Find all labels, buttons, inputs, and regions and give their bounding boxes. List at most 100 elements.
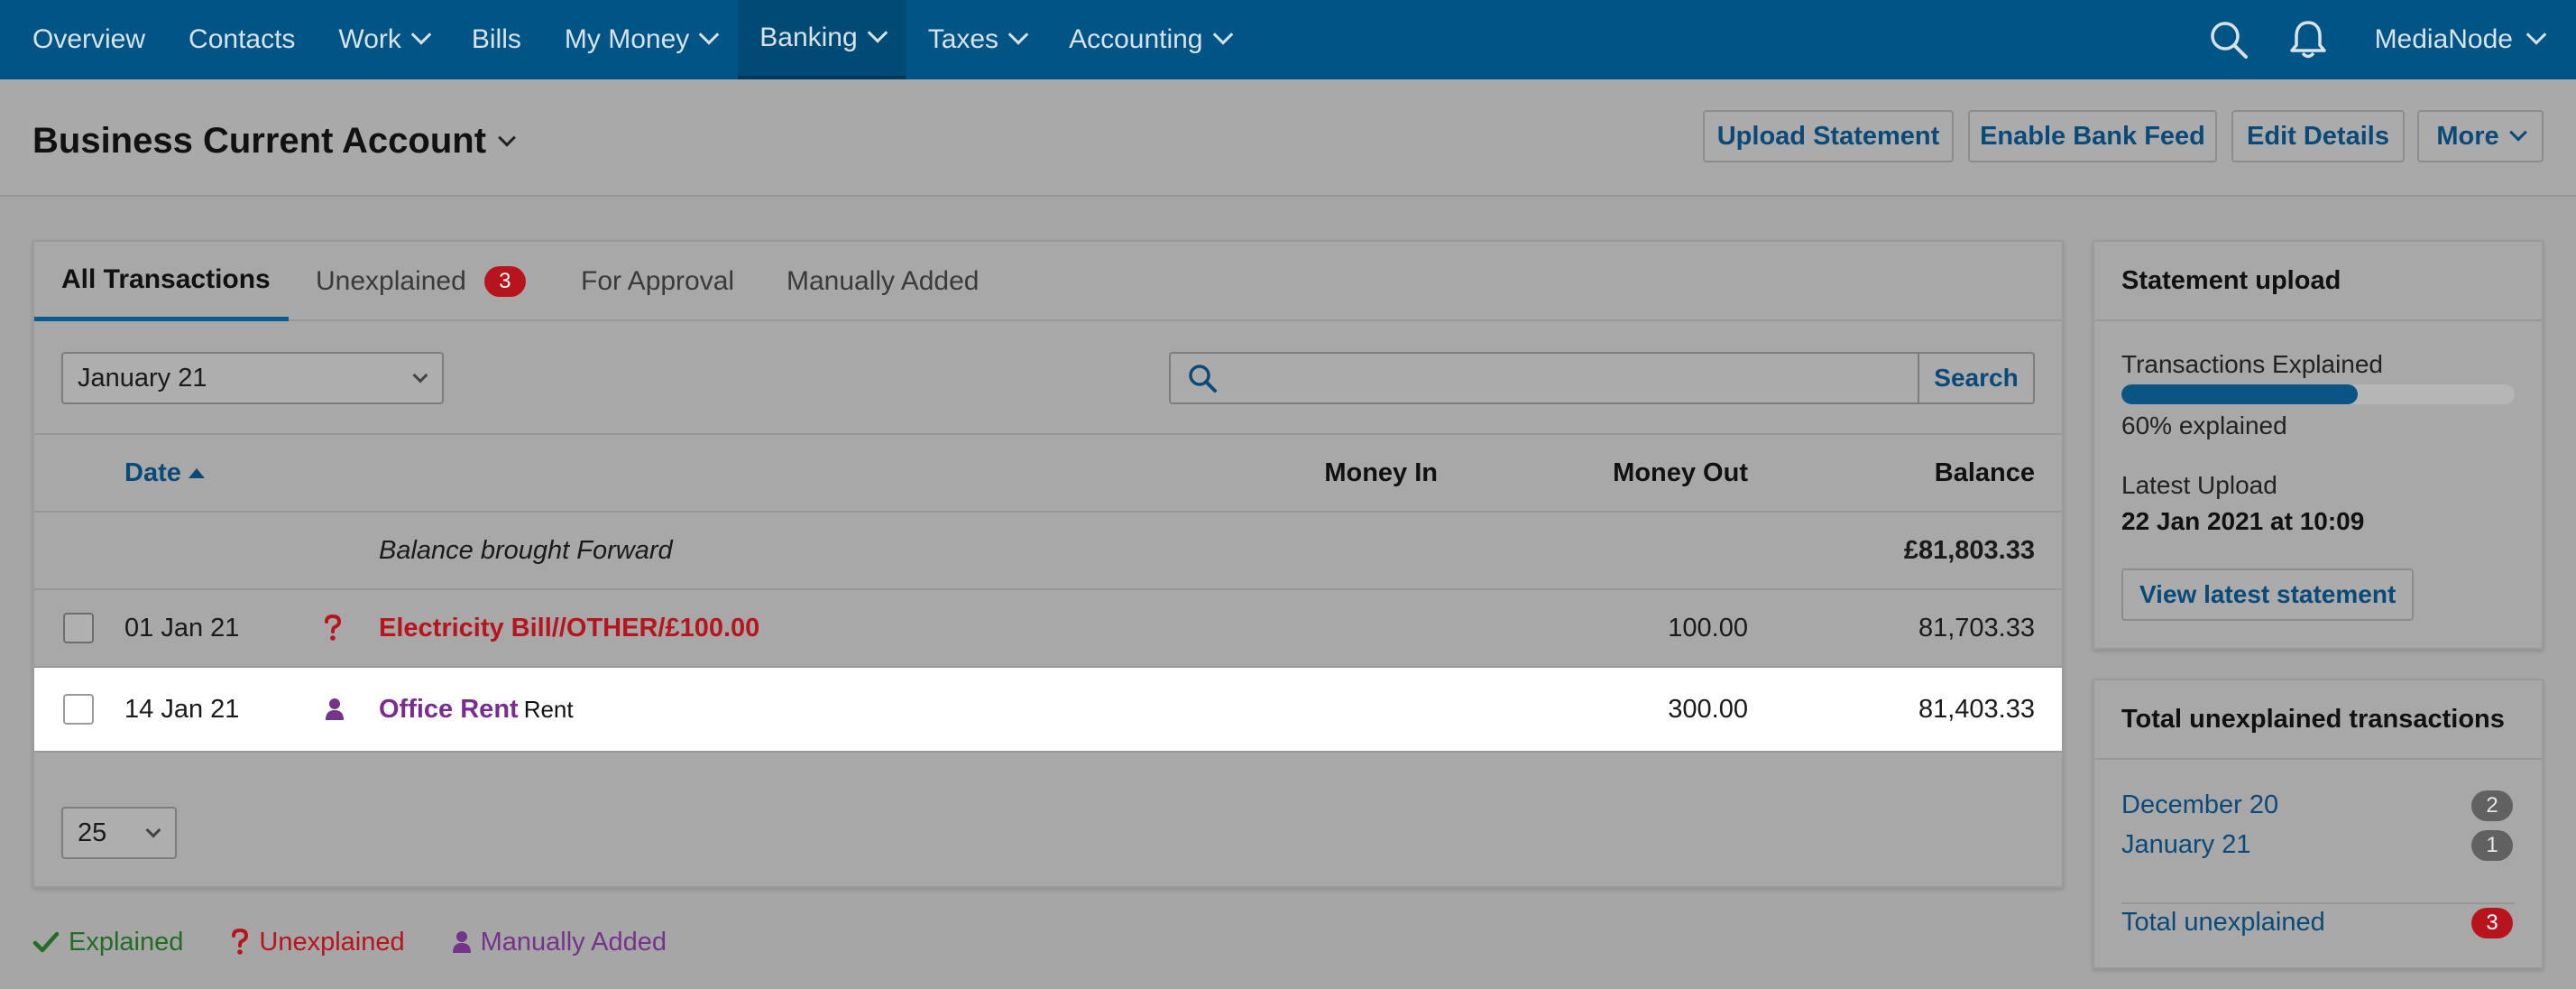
account-selector[interactable]: Business Current Account	[32, 121, 516, 162]
table-row[interactable]: 14 Jan 21 Office Rent Rent 300.00 81,403…	[34, 668, 2062, 753]
transaction-description-link[interactable]: Office Rent	[379, 695, 519, 725]
button-label: Edit Details	[2247, 121, 2389, 151]
row-money-in	[1153, 590, 1438, 666]
tab-all-transactions[interactable]: All Transactions	[34, 242, 289, 321]
progress-label: Transactions Explained	[2121, 350, 2384, 378]
search-button[interactable]: Search	[1918, 352, 2035, 404]
balance-brought-forward-row: Balance brought Forward £81,803.33	[34, 513, 2062, 590]
chevron-down-icon	[145, 822, 161, 838]
nav-label: Overview	[32, 24, 146, 54]
legend-explained: Explained	[32, 928, 183, 957]
chevron-down-icon	[412, 367, 428, 384]
month-select[interactable]: January 21	[61, 352, 444, 404]
row-money-in	[1153, 668, 1438, 751]
chevron-down-icon	[410, 24, 432, 45]
column-label: Money Out	[1613, 458, 1748, 487]
per-page-value: 25	[78, 818, 107, 847]
nav-right: MediaNode	[2189, 0, 2576, 79]
tab-unexplained[interactable]: Unexplained 3	[316, 242, 526, 321]
search-icon[interactable]	[2189, 0, 2268, 79]
status-legend: Explained Unexplained Manually Added	[32, 926, 713, 958]
search-input[interactable]	[1169, 352, 1919, 404]
tab-for-approval[interactable]: For Approval	[581, 242, 734, 321]
money-in-column-header: Money In	[1153, 435, 1438, 511]
row-balance: 81,703.33	[1918, 613, 2035, 642]
table-header-row: Date Money In Money Out Balance	[34, 435, 2062, 513]
nav-contacts[interactable]: Contacts	[167, 0, 317, 79]
nav-accounting[interactable]: Accounting	[1047, 0, 1251, 79]
unexplained-summary-panel: Total unexplained transactions December …	[2093, 679, 2544, 969]
date-column-header[interactable]: Date	[124, 435, 205, 511]
nav-taxes[interactable]: Taxes	[906, 0, 1047, 79]
nav-label: Banking	[759, 23, 858, 52]
divider	[2121, 902, 2515, 904]
nav-label: Contacts	[189, 24, 296, 54]
person-icon	[452, 930, 472, 954]
tab-label: Unexplained	[316, 266, 466, 296]
row-money-out: 300.00	[1668, 694, 1748, 724]
nav-bills[interactable]: Bills	[450, 0, 543, 79]
chevron-down-icon	[498, 128, 516, 147]
count-badge: 1	[2471, 830, 2513, 861]
tab-manually-added[interactable]: Manually Added	[787, 242, 980, 321]
legend-manually-added: Manually Added	[452, 928, 667, 957]
search-icon	[1189, 365, 1217, 393]
tab-label: All Transactions	[61, 263, 271, 294]
chevron-down-icon	[867, 23, 888, 43]
nav-my-money[interactable]: My Money	[543, 0, 738, 79]
row-balance: 81,403.33	[1918, 694, 2035, 724]
statement-upload-panel: Statement upload Transactions Explained …	[2093, 240, 2544, 650]
account-name: MediaNode	[2374, 24, 2513, 54]
column-label: Money In	[1324, 458, 1438, 487]
check-icon	[32, 930, 60, 954]
tab-label: For Approval	[581, 266, 735, 296]
transactions-panel: All Transactions Unexplained 3 For Approv…	[32, 240, 2064, 888]
row-checkbox[interactable]	[63, 613, 94, 643]
explained-progress-bar	[2121, 384, 2515, 404]
bell-icon[interactable]	[2268, 0, 2348, 79]
panel-title: Statement upload	[2094, 242, 2542, 321]
latest-upload-value: 22 Jan 2021 at 10:09	[2121, 507, 2365, 535]
transaction-description: Office Rent Rent	[379, 668, 574, 751]
question-icon	[230, 928, 250, 957]
month-link-january[interactable]: January 21	[2121, 830, 2251, 860]
enable-bank-feed-button[interactable]: Enable Bank Feed	[1968, 110, 2217, 162]
row-date: 14 Jan 21	[124, 694, 240, 724]
row-checkbox-cell	[63, 590, 94, 666]
total-unexplained-link[interactable]: Total unexplained	[2121, 908, 2325, 938]
progress-fill	[2121, 384, 2358, 404]
row-checkbox-cell	[63, 668, 94, 751]
unexplained-count-badge: 3	[483, 266, 526, 297]
nav-banking[interactable]: Banking	[738, 0, 906, 79]
unexplained-icon	[323, 590, 343, 666]
page-title: Business Current Account	[32, 121, 487, 161]
nav-work[interactable]: Work	[317, 0, 449, 79]
button-label: More	[2436, 121, 2499, 151]
person-icon	[325, 668, 345, 751]
per-page-select[interactable]: 25	[61, 807, 177, 859]
nav-overview[interactable]: Overview	[0, 0, 167, 79]
month-link-december[interactable]: December 20	[2121, 790, 2278, 820]
chevron-down-icon	[1212, 24, 1233, 45]
edit-details-button[interactable]: Edit Details	[2231, 110, 2405, 162]
page-header: Business Current Account Upload Statemen…	[0, 79, 2576, 197]
panel-title: Total unexplained transactions	[2094, 680, 2542, 760]
money-out-column-header: Money Out	[1441, 435, 1748, 511]
more-button[interactable]: More	[2417, 110, 2544, 162]
legend-label: Unexplained	[259, 927, 405, 957]
button-label: View latest statement	[2139, 580, 2397, 608]
table-row[interactable]: 01 Jan 21 Electricity Bill//OTHER/£100.0…	[34, 590, 2062, 668]
nav-label: Bills	[471, 24, 521, 54]
transaction-description-link[interactable]: Electricity Bill//OTHER/£100.00	[379, 590, 759, 666]
chevron-down-icon	[2508, 123, 2527, 142]
view-latest-statement-button[interactable]: View latest statement	[2121, 568, 2415, 621]
balance-column-header: Balance	[1748, 435, 2035, 511]
filter-row: January 21 Search	[34, 321, 2062, 435]
nav-label: Work	[338, 24, 401, 54]
transaction-category: Rent	[523, 695, 574, 723]
nav-label: Accounting	[1069, 24, 1203, 54]
account-menu[interactable]: MediaNode	[2348, 24, 2576, 55]
upload-statement-button[interactable]: Upload Statement	[1703, 110, 1954, 162]
transaction-tabs: All Transactions Unexplained 3 For Approv…	[34, 242, 2062, 321]
row-checkbox[interactable]	[63, 694, 94, 725]
